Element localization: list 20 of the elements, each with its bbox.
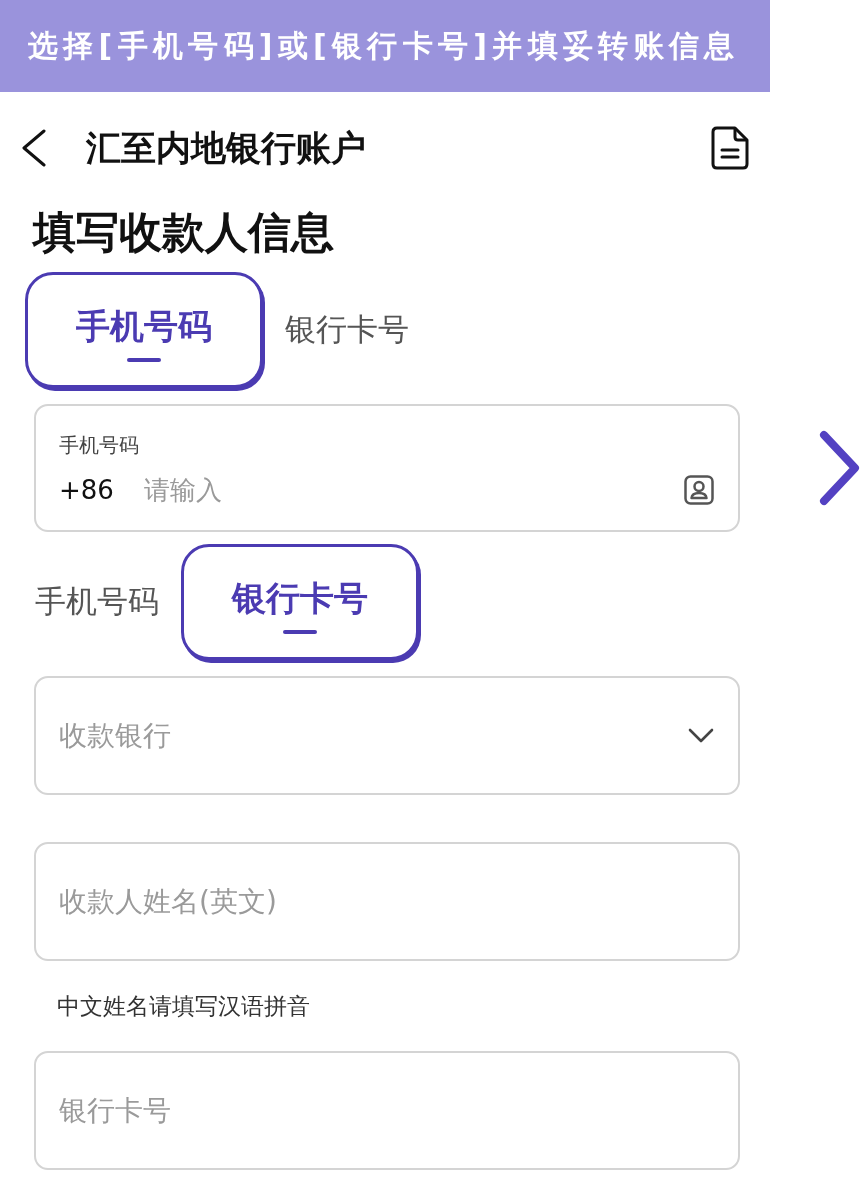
field-label: 手机号码 [59,432,139,459]
page-title: 汇至内地银行账户 [86,126,366,170]
country-code: +86 [59,475,114,505]
back-icon [21,129,47,167]
chevron-down-icon [688,727,714,744]
tab-underline-icon [127,358,161,362]
tab[interactable]: 手机号码 [25,272,263,388]
phone-input[interactable]: 请输入 [143,475,672,505]
chevron-right-icon [818,429,861,507]
document-icon [710,126,750,170]
input-field[interactable]: 银行卡号 [34,1051,740,1170]
tab-underline-icon [283,630,317,634]
input-field[interactable]: 收款人姓名(英文) [34,842,740,961]
back-button[interactable] [21,129,47,167]
tab[interactable]: 银行卡号 [181,544,419,660]
banner-text: 选择[手机号码]或[银行卡号]并填妥转账信息 [28,26,740,65]
hint-text: 中文姓名请填写汉语拼音 [57,991,310,1021]
document-button[interactable] [710,126,750,170]
contact-card-icon[interactable] [684,475,714,505]
section-heading: 填写收款人信息 [33,206,334,259]
